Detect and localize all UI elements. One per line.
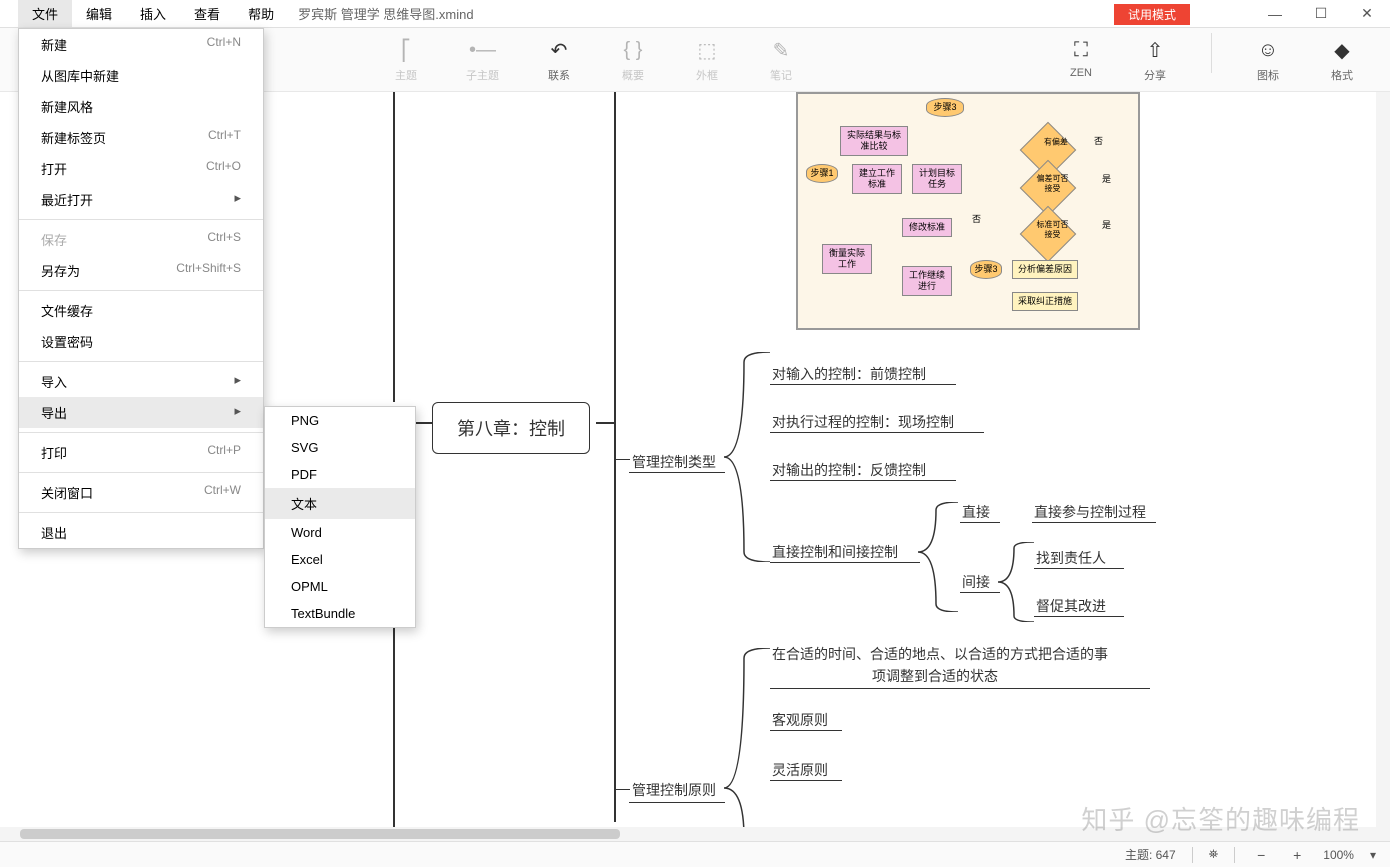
menu-save: 保存Ctrl+S: [19, 224, 263, 255]
principle-2[interactable]: 灵活原则: [772, 760, 828, 780]
direct-label[interactable]: 直接: [962, 502, 990, 522]
zoom-out-button[interactable]: −: [1251, 847, 1271, 863]
menu-open[interactable]: 打开Ctrl+O: [19, 153, 263, 184]
principle-lead2[interactable]: 项调整到合适的状态: [872, 666, 998, 686]
export-svg[interactable]: SVG: [265, 434, 415, 461]
control-type-3[interactable]: 对输出的控制：反馈控制: [772, 460, 926, 480]
menu-close-window[interactable]: 关闭窗口Ctrl+W: [19, 477, 263, 508]
embedded-flowchart[interactable]: 步骤3 实际结果与标准比较 步骤1 建立工作标准 计划目标任务 衡量实际工作 修…: [796, 92, 1140, 330]
undo-icon: ↶: [545, 37, 573, 65]
menu-export[interactable]: 导出▸: [19, 397, 263, 428]
menu-new-style[interactable]: 新建风格: [19, 91, 263, 122]
menu-exit[interactable]: 退出: [19, 517, 263, 548]
menu-bar: 文件 编辑 插入 查看 帮助: [0, 0, 288, 27]
menu-set-password[interactable]: 设置密码: [19, 326, 263, 357]
status-bar: 主题: 647 ⛯ − + 100% ▾: [0, 841, 1390, 867]
icons-button[interactable]: ☺ 图标: [1250, 33, 1286, 87]
branch-control-principle[interactable]: 管理控制原则: [632, 780, 716, 800]
note-button[interactable]: ✎ 笔记: [763, 33, 799, 87]
export-text[interactable]: 文本: [265, 488, 415, 519]
menu-view[interactable]: 查看: [180, 0, 234, 27]
zoom-in-button[interactable]: +: [1287, 847, 1307, 863]
subtopic-icon: •—: [469, 37, 497, 65]
topic-icon: ⎡: [392, 37, 420, 65]
menu-new[interactable]: 新建Ctrl+N: [19, 29, 263, 60]
scroll-thumb[interactable]: [20, 829, 620, 839]
summary-button[interactable]: { } 概要: [615, 33, 651, 87]
menu-insert[interactable]: 插入: [126, 0, 180, 27]
menu-help[interactable]: 帮助: [234, 0, 288, 27]
menu-new-from-library[interactable]: 从图库中新建: [19, 60, 263, 91]
central-topic[interactable]: 第八章：控制: [432, 402, 590, 454]
maximize-button[interactable]: ☐: [1298, 0, 1344, 28]
note-icon: ✎: [767, 37, 795, 65]
trial-mode-badge[interactable]: 试用模式: [1114, 4, 1190, 25]
menu-print[interactable]: 打印Ctrl+P: [19, 437, 263, 468]
map-icon[interactable]: ⛯: [1209, 847, 1219, 862]
relationship-button[interactable]: ↶ 联系: [541, 33, 577, 87]
principle-1[interactable]: 客观原则: [772, 710, 828, 730]
indirect-label[interactable]: 间接: [962, 572, 990, 592]
title-bar: 文件 编辑 插入 查看 帮助 罗宾斯 管理学 思维导图.xmind 试用模式 —…: [0, 0, 1390, 28]
menu-import[interactable]: 导入▸: [19, 366, 263, 397]
close-button[interactable]: ✕: [1344, 0, 1390, 28]
menu-new-tab[interactable]: 新建标签页Ctrl+T: [19, 122, 263, 153]
minimize-button[interactable]: —: [1252, 0, 1298, 28]
export-submenu: PNG SVG PDF 文本 Word Excel OPML TextBundl…: [264, 406, 416, 628]
indirect-1[interactable]: 找到责任人: [1036, 548, 1106, 568]
topic-button[interactable]: ⎡ 主题: [388, 33, 424, 87]
control-type-1[interactable]: 对输入的控制：前馈控制: [772, 364, 926, 384]
export-png[interactable]: PNG: [265, 407, 415, 434]
direct-desc[interactable]: 直接参与控制过程: [1034, 502, 1146, 522]
subtopic-button[interactable]: •— 子主题: [462, 33, 503, 87]
control-type-4[interactable]: 直接控制和间接控制: [772, 542, 898, 562]
menu-file-cache[interactable]: 文件缓存: [19, 295, 263, 326]
control-type-2[interactable]: 对执行过程的控制：现场控制: [772, 412, 954, 432]
share-icon: ⇧: [1141, 37, 1169, 65]
brace-icon: { }: [619, 37, 647, 65]
menu-edit[interactable]: 编辑: [72, 0, 126, 27]
document-title: 罗宾斯 管理学 思维导图.xmind: [298, 4, 474, 23]
export-word[interactable]: Word: [265, 519, 415, 546]
menu-save-as[interactable]: 另存为Ctrl+Shift+S: [19, 255, 263, 286]
export-textbundle[interactable]: TextBundle: [265, 600, 415, 627]
export-opml[interactable]: OPML: [265, 573, 415, 600]
zen-button[interactable]: ⛶ ZEN: [1063, 33, 1099, 87]
topic-count-label: 主题: 647: [1125, 846, 1176, 863]
export-excel[interactable]: Excel: [265, 546, 415, 573]
vertical-scrollbar[interactable]: [1376, 92, 1390, 841]
zoom-level[interactable]: 100%: [1323, 848, 1354, 862]
principle-lead[interactable]: 在合适的时间、合适的地点、以合适的方式把合适的事: [772, 644, 1108, 664]
indirect-2[interactable]: 督促其改进: [1036, 596, 1106, 616]
menu-recent[interactable]: 最近打开▸: [19, 184, 263, 215]
window-controls: — ☐ ✕: [1252, 0, 1390, 28]
format-button[interactable]: ◆ 格式: [1324, 33, 1360, 87]
share-button[interactable]: ⇧ 分享: [1137, 33, 1173, 87]
chevron-down-icon[interactable]: ▾: [1370, 848, 1376, 862]
boundary-button[interactable]: ⬚ 外框: [689, 33, 725, 87]
branch-control-type[interactable]: 管理控制类型: [632, 452, 716, 472]
smile-icon: ☺: [1254, 37, 1282, 65]
zen-icon: ⛶: [1067, 37, 1095, 65]
format-icon: ◆: [1328, 37, 1356, 65]
boundary-icon: ⬚: [693, 37, 721, 65]
file-menu-dropdown: 新建Ctrl+N 从图库中新建 新建风格 新建标签页Ctrl+T 打开Ctrl+…: [18, 28, 264, 549]
export-pdf[interactable]: PDF: [265, 461, 415, 488]
menu-file[interactable]: 文件: [18, 0, 72, 27]
horizontal-scrollbar[interactable]: [0, 827, 1376, 841]
